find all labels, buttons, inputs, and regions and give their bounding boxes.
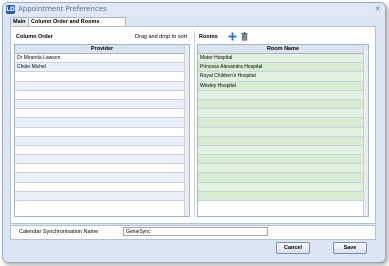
table-row[interactable]: Royal Children's Hospital <box>198 72 368 82</box>
table-row[interactable] <box>15 109 189 119</box>
table-row[interactable]: Chole Michel <box>15 63 189 73</box>
table-row[interactable] <box>198 90 368 100</box>
column-order-panel: Column Order Drag and drop to sort Provi… <box>14 31 190 217</box>
table-row[interactable] <box>15 118 189 128</box>
table-row[interactable] <box>198 145 368 156</box>
sync-label: Calendar Synchronisation Name <box>19 229 99 235</box>
table-row[interactable] <box>15 183 189 192</box>
save-button[interactable]: Save <box>333 242 367 254</box>
table-row[interactable] <box>15 72 189 82</box>
table-row[interactable] <box>198 99 368 110</box>
panel-divider <box>194 31 195 217</box>
table-row[interactable] <box>198 136 368 146</box>
column-order-header: Column Order Drag and drop to sort <box>14 31 190 43</box>
plus-icon[interactable] <box>228 32 237 41</box>
table-row[interactable] <box>15 128 189 137</box>
table-row[interactable] <box>15 99 189 110</box>
cancel-button[interactable]: Cancel <box>276 242 310 254</box>
table-row[interactable] <box>198 173 368 183</box>
tab-content: Column Order Drag and drop to sort Provi… <box>10 26 376 224</box>
table-row[interactable] <box>198 191 368 201</box>
table-row[interactable] <box>15 91 189 100</box>
title-bar: LD Appointment Preferences ✕ <box>3 3 385 16</box>
sync-name-input[interactable]: GenieSync <box>123 227 268 236</box>
table-row[interactable] <box>198 164 368 174</box>
table-row[interactable] <box>198 127 368 137</box>
table-row[interactable]: Mater Hospital <box>198 54 368 64</box>
rooms-scrollbar[interactable] <box>363 45 368 216</box>
provider-column-header[interactable]: Provider <box>15 45 189 54</box>
window-title: Appointment Preferences <box>18 5 107 13</box>
table-row[interactable] <box>15 173 189 183</box>
rooms-grid[interactable]: Room Name Mater Hospital Princess Alexand… <box>197 44 369 217</box>
table-row[interactable] <box>15 136 189 146</box>
provider-grid[interactable]: Provider Dr Miranda Lawson Chole Michel <box>14 44 190 217</box>
table-row[interactable] <box>15 164 189 174</box>
table-row[interactable]: Princess Alexandra Hospital <box>198 63 368 73</box>
app-icon: LD <box>6 5 15 14</box>
room-name-column-header[interactable]: Room Name <box>198 45 368 54</box>
drag-hint: Drag and drop to sort <box>135 34 187 40</box>
column-order-title: Column Order <box>16 34 53 40</box>
preferences-window: LD Appointment Preferences ✕ Main Column… <box>2 2 386 263</box>
table-row[interactable] <box>198 109 368 119</box>
table-row[interactable] <box>15 146 189 156</box>
provider-rows: Dr Miranda Lawson Chole Michel <box>15 54 189 201</box>
table-row[interactable] <box>15 81 189 91</box>
rooms-title: Rooms <box>199 34 218 40</box>
table-row[interactable]: Dr Miranda Lawson <box>15 54 189 64</box>
table-row[interactable] <box>198 118 368 128</box>
provider-scrollbar[interactable] <box>184 45 189 216</box>
table-row[interactable]: Wesley Hospital <box>198 81 368 91</box>
table-row[interactable] <box>198 182 368 192</box>
table-row[interactable] <box>198 155 368 165</box>
trash-icon[interactable] <box>241 32 248 41</box>
tab-main[interactable]: Main <box>10 17 30 26</box>
table-row[interactable] <box>15 191 189 201</box>
room-rows: Mater Hospital Princess Alexandra Hospita… <box>198 54 368 201</box>
rooms-panel: Rooms Room Name Mater Hospital Princess A… <box>197 31 369 217</box>
close-icon[interactable]: ✕ <box>373 5 382 13</box>
rooms-header: Rooms <box>197 31 369 43</box>
table-row[interactable] <box>15 155 189 165</box>
sync-section: Calendar Synchronisation Name GenieSync <box>10 225 376 240</box>
